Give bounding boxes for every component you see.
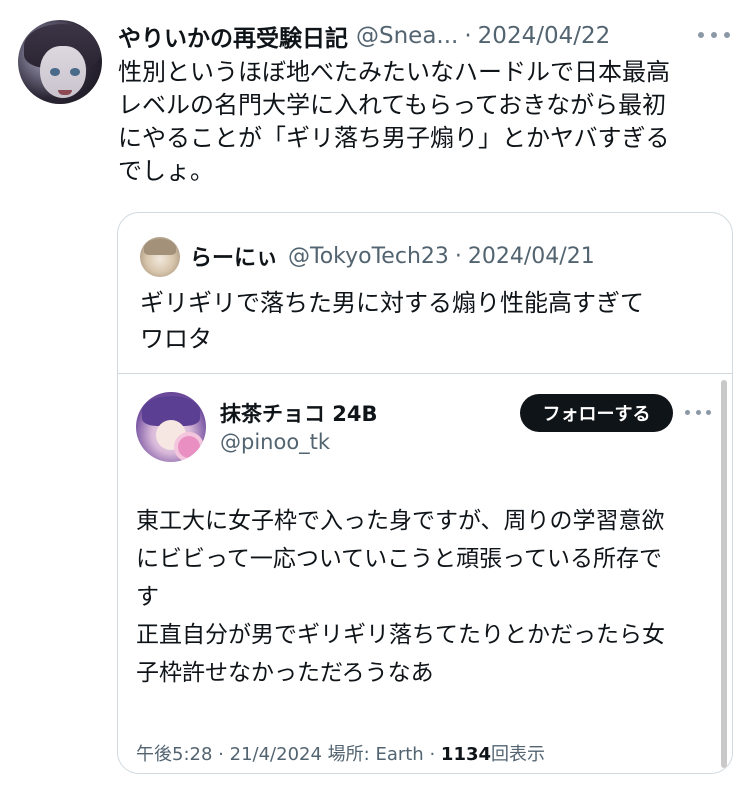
embed-text-line: 子枠許せなかっただろうなあ [136,660,434,686]
embed-text-line: 正直自分が男でギリギリ落ちてたりとかだったら女 [136,622,665,648]
quote-display-name[interactable]: らーにぃ [190,240,278,272]
embed-time[interactable]: 午後5:28 [136,744,212,765]
embed-location: 場所: Earth [327,744,424,765]
embed-text: 東工大に女子枠で入った身ですが、周りの学習意欲 にビビって一応ついていこうと頑張… [136,502,716,692]
tweet-text: 性別というほぼ地べたみたいなハードルで日本最高 レベルの名門大学に入れてもらって… [118,56,733,188]
avatar[interactable] [18,20,102,104]
embed-text-line: 東工大に女子枠で入った身ですが、周りの学習意欲 [136,508,665,534]
tweet-text-line: レベルの名門大学に入れてもらっておきながら最初 [118,91,667,119]
embed-date[interactable]: 21/4/2024 [230,744,322,765]
separator: · [454,243,462,269]
view-count-label: 回表示 [491,744,546,765]
tweet-text-line: でしょ。 [118,157,214,185]
embed-display-name[interactable]: 抹茶チョコ 24B [220,398,378,428]
quote-handle[interactable]: @TokyoTech23 [288,244,449,269]
quote-avatar[interactable] [140,237,180,277]
embed-meta: 午後5:28 · 21/4/2024 場所: Earth · 1134回表示 [136,740,545,766]
separator: · [429,744,436,765]
tweet-header: やりいかの再受験日記 @Snea... · 2024/04/22 [118,18,610,54]
embed-avatar[interactable] [136,392,206,462]
embedded-post[interactable]: 抹茶チョコ 24B @pinoo_tk フォローする 東工大に女子枠で入った身で… [118,373,732,773]
embed-handle[interactable]: @pinoo_tk [220,430,330,454]
embed-text-line: す [136,584,159,610]
embed-text-line: にビビって一応ついていこうと頑張っている所存で [136,546,663,572]
quote-text-line: ギリギリで落ちた男に対する煽り性能高すぎて [140,289,644,317]
separator: · [218,744,224,765]
more-options-icon[interactable] [694,22,734,48]
handle[interactable]: @Snea... [356,23,458,49]
tweet-text-line: 性別というほぼ地べたみたいなハードルで日本最高 [118,58,670,86]
display-name[interactable]: やりいかの再受験日記 [118,19,348,53]
quote-timestamp[interactable]: 2024/04/21 [468,244,595,269]
quote-header: らーにぃ @TokyoTech23 · 2024/04/21 [190,239,595,273]
tweet: やりいかの再受験日記 @Snea... · 2024/04/22 性別というほぼ… [0,0,750,788]
separator: · [464,23,472,49]
tweet-text-line: にやることが「ギリ落ち男子煽り」とかヤバすぎる [118,124,670,152]
quote-text-line: ワロタ [140,325,212,353]
embed-more-icon[interactable] [685,404,711,420]
quoted-tweet[interactable]: らーにぃ @TokyoTech23 · 2024/04/21 ギリギリで落ちた男… [117,212,733,774]
view-count: 1134 [440,744,492,765]
timestamp[interactable]: 2024/04/22 [478,23,611,49]
scrollbar[interactable] [721,380,727,768]
follow-button[interactable]: フォローする [520,394,673,432]
quote-text: ギリギリで落ちた男に対する煽り性能高すぎて ワロタ [140,285,720,357]
